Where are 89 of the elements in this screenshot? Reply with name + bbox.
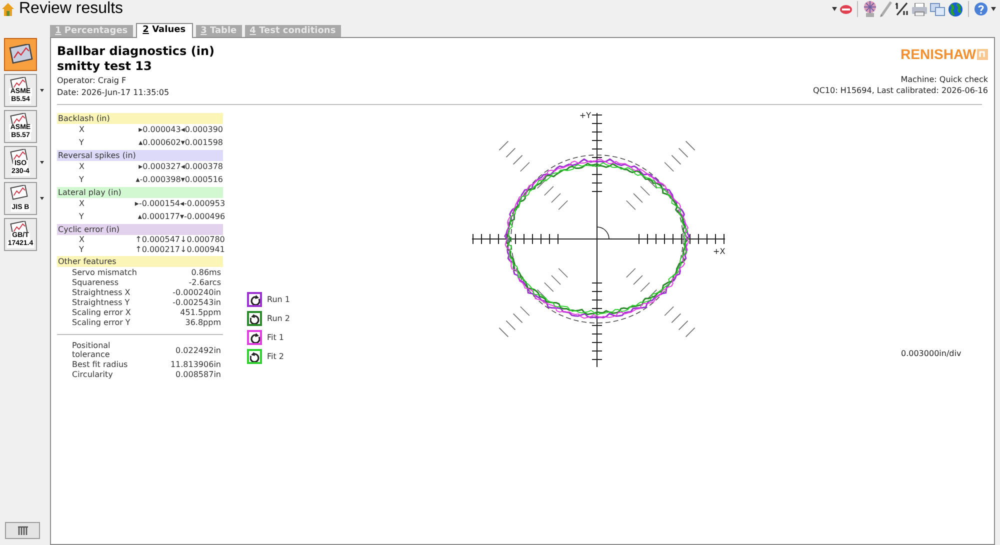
feature-value: 451.5ppm — [180, 308, 221, 317]
summary-value: 0.022492in — [176, 346, 221, 354]
x-axis-label: +X — [712, 247, 726, 256]
axis-label: Y — [79, 210, 85, 223]
summary-label: Positional tolerance — [72, 341, 112, 359]
caret-icon[interactable] — [40, 161, 44, 164]
legend-label: Fit 1 — [267, 332, 284, 342]
anticlockwise-arrow-icon — [250, 314, 260, 324]
legend-label: Fit 2 — [267, 352, 284, 362]
feature-value: -0.002543in — [172, 298, 221, 307]
tab[interactable]: 2 Values — [136, 23, 193, 38]
feature-label: Scaling error Y — [72, 318, 130, 327]
feature-label: Straightness X — [72, 288, 130, 297]
feature-value: -0.000240in — [172, 288, 221, 297]
chart-monitor-icon — [9, 44, 33, 64]
test-name: smitty test 13 — [57, 59, 153, 74]
axis-label: X — [79, 124, 86, 136]
table-value: ↑0.000547 — [134, 235, 180, 245]
axis-label: Y — [79, 245, 85, 255]
axis-label: Y — [79, 174, 85, 186]
trace-toggle[interactable] — [247, 292, 262, 307]
table-value: ▸0.000327 — [138, 161, 181, 174]
axis-label: X — [79, 235, 86, 245]
clockwise-arrow-icon — [250, 332, 260, 342]
report-title: Ballbar diagnostics (in) — [57, 44, 214, 59]
feature-label: Scaling error X — [72, 308, 131, 317]
feature-value: 0.86ms — [191, 268, 221, 277]
y-axis-label: +Y — [579, 111, 591, 120]
feature-value: 36.8ppm — [185, 318, 221, 327]
machine-text: Machine: Quick check — [900, 74, 988, 85]
trace-toggle[interactable] — [247, 349, 262, 364]
feature-label: Straightness Y — [72, 298, 130, 307]
table-value: ▾-0.000496 — [180, 210, 223, 223]
chart-monitor-icon — [9, 185, 29, 200]
table-view-button[interactable] — [5, 522, 40, 539]
date-text: Date: 2026-Jun-17 11:35:05 — [57, 87, 170, 99]
company-logo: RENISHAW — [900, 46, 976, 62]
summary-label: Best fit radius — [72, 360, 129, 368]
legend-label: Run 1 — [267, 294, 290, 304]
axis-label: Y — [79, 136, 85, 149]
window-title: Review results — [19, 0, 124, 18]
scale-label: 0.003000in/div — [900, 349, 962, 359]
summary-label: Circularity — [72, 370, 114, 378]
table-value: ◂0.000378 — [180, 161, 223, 174]
trace-toggle[interactable] — [247, 311, 262, 326]
section-header: Lateral play (in) — [57, 187, 223, 198]
table-value: ◂0.000390 — [180, 124, 223, 136]
table-value: ▸-0.000154 — [134, 198, 180, 210]
summary-value: 0.008587in — [176, 370, 221, 378]
table-value: ↑0.000217 — [134, 245, 180, 255]
standard-button[interactable] — [4, 38, 37, 71]
table-value: ▸0.000043 — [138, 124, 181, 136]
table-value: ▴0.000177 — [136, 210, 180, 223]
feature-value: -2.6arcs — [188, 278, 221, 287]
table-value: ▴0.000602 — [138, 136, 181, 149]
table-value: ↓0.000941 — [180, 245, 223, 255]
clockwise-arrow-icon — [250, 294, 260, 304]
feature-label: Squareness — [72, 278, 118, 287]
globe-icon[interactable] — [948, 2, 963, 16]
caret-icon[interactable] — [832, 7, 837, 11]
calibration-text: QC10: H15694, Last calibrated: 2026-06-16 — [813, 85, 988, 96]
home-icon — [2, 2, 14, 16]
fraction-icon[interactable] — [895, 2, 909, 16]
table-value: ▴-0.000398 — [134, 174, 181, 186]
table-value: ▾0.000516 — [180, 174, 223, 186]
columns-icon — [18, 526, 28, 535]
angle-arc-icon — [596, 226, 610, 240]
feature-label: Servo mismatch — [72, 268, 137, 277]
caret-icon[interactable] — [991, 7, 996, 11]
stop-icon[interactable] — [840, 4, 852, 14]
section-header: Cyclic error (in) — [57, 224, 223, 235]
table-value: ◂-0.000953 — [180, 198, 223, 210]
axis-label: X — [79, 161, 86, 174]
logo-mark-icon — [977, 48, 988, 60]
table-value: ▾0.001598 — [180, 136, 223, 149]
section-header: Other features — [57, 256, 223, 267]
table-value: ↓0.000780 — [180, 235, 223, 245]
axis-label: X — [79, 198, 86, 210]
copy-icon[interactable] — [930, 2, 945, 16]
legend-label: Run 2 — [267, 314, 290, 324]
help-icon[interactable] — [974, 2, 988, 16]
anticlockwise-arrow-icon — [250, 352, 260, 362]
caret-icon[interactable] — [40, 89, 44, 92]
summary-value: 11.813906in — [170, 360, 221, 368]
caret-icon[interactable] — [40, 197, 44, 200]
operator-text: Operator: Craig F — [57, 75, 128, 87]
trace-toggle[interactable] — [247, 330, 262, 345]
section-header: Backlash (in) — [57, 113, 223, 124]
section-header: Reversal spikes (in) — [57, 150, 223, 161]
